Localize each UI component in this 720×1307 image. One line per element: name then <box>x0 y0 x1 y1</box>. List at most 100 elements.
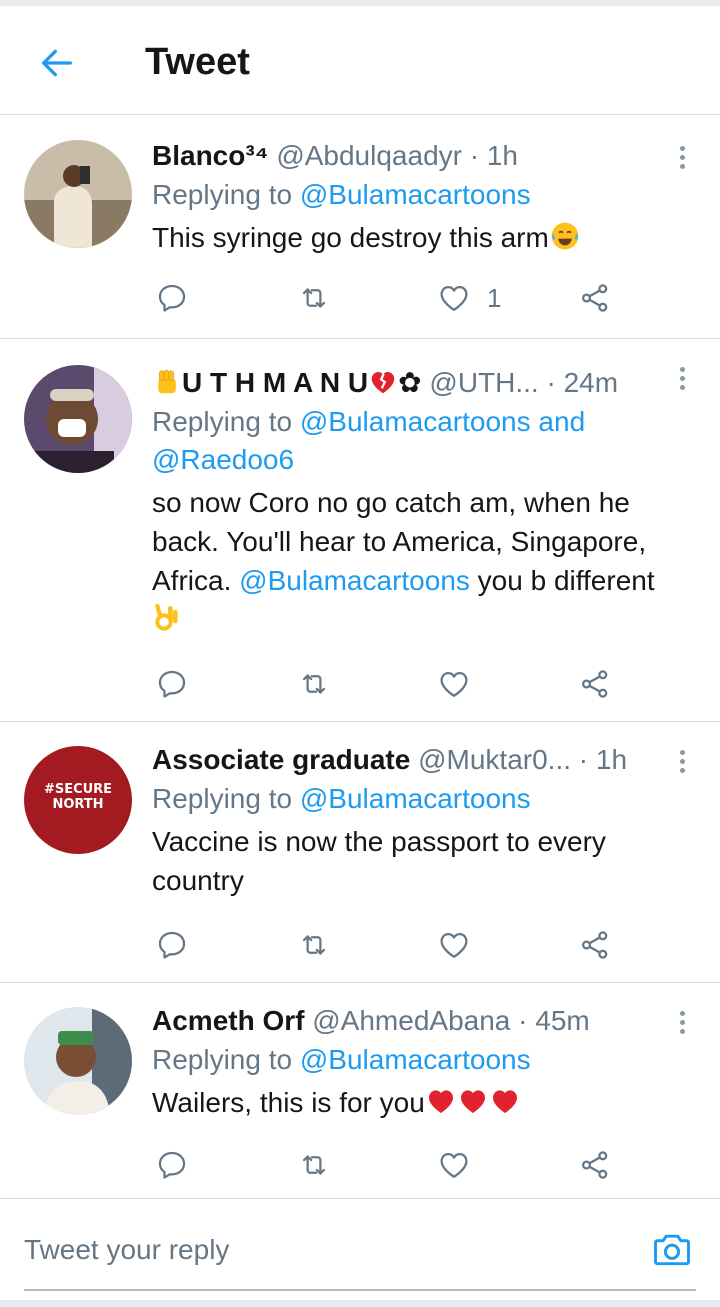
user-name[interactable]: Blanco³⁴ <box>152 140 269 171</box>
raised-fist-emoji <box>152 367 182 397</box>
retweet-icon <box>297 281 331 315</box>
tweet-time: 1h <box>486 140 519 171</box>
replying-to-prefix: Replying to <box>152 179 300 210</box>
user-handle[interactable]: @Muktar0... <box>418 744 571 775</box>
replying-to-link-2[interactable]: @Raedoo6 <box>152 444 294 475</box>
replying-to: Replying to @Bulamacartoons <box>152 780 668 818</box>
user-handle[interactable]: @UTH... <box>429 367 538 398</box>
tweet-meta: Acmeth Orf @AhmedAbana · 45m <box>152 1001 668 1041</box>
user-name-suffix: ✿ <box>398 367 422 398</box>
red-heart-emoji <box>425 1085 457 1117</box>
tweet-text: Wailers, this is for you <box>152 1083 668 1122</box>
tweet-actions <box>0 925 720 965</box>
meta-separator: · <box>538 367 564 398</box>
reply-icon <box>155 928 189 962</box>
heart-icon <box>437 928 471 962</box>
replying-to-prefix: Replying to <box>152 1044 300 1075</box>
avatar-photo-icon <box>24 365 132 473</box>
avatar-text-line2: NORTH <box>52 797 104 812</box>
tweet-time: 1h <box>595 744 628 775</box>
camera-icon <box>654 1234 690 1266</box>
top-app-bar: Tweet <box>0 6 720 115</box>
reply-button[interactable] <box>155 278 189 318</box>
replying-to: Replying to @Bulamacartoons and @Raedoo6 <box>152 403 668 479</box>
meta-separator: · <box>510 1005 536 1036</box>
red-heart-emoji <box>489 1085 521 1117</box>
meta-separator: · <box>571 744 596 775</box>
arrow-left-icon <box>42 49 73 77</box>
tweet[interactable]: Blanco³⁴ @Abdulqaadyr · 1h Replying to @… <box>0 118 720 339</box>
retweet-icon <box>297 928 331 962</box>
reply-composer: Tweet your reply <box>0 1198 720 1299</box>
back-button[interactable] <box>28 38 86 88</box>
share-button[interactable] <box>578 664 612 704</box>
tweet-actions: 1 <box>0 278 720 318</box>
avatar[interactable] <box>24 1007 132 1115</box>
reply-icon <box>155 281 189 315</box>
tweet-meta: Associate graduate @Muktar0... · 1h <box>152 740 668 780</box>
tweet-text-part2: you b different <box>469 565 655 596</box>
ok-hand-emoji <box>152 602 184 634</box>
retweet-button[interactable] <box>297 1145 331 1185</box>
replying-to-link[interactable]: @Bulamacartoons <box>300 179 531 210</box>
share-button[interactable] <box>578 1145 612 1185</box>
tweet-actions <box>0 664 720 704</box>
like-button[interactable] <box>437 1145 471 1185</box>
replying-to-prefix: Replying to <box>152 406 300 437</box>
navigation-bar-strip <box>0 1300 720 1307</box>
tweet-mention-link[interactable]: @Bulamacartoons <box>239 565 470 596</box>
reply-input[interactable]: Tweet your reply <box>24 1229 624 1271</box>
share-icon <box>578 281 612 315</box>
retweet-button[interactable] <box>297 278 331 318</box>
avatar[interactable] <box>24 365 132 473</box>
meta-separator: · <box>461 140 487 171</box>
more-options-button[interactable] <box>672 746 692 776</box>
replying-to-link[interactable]: @Bulamacartoons <box>300 1044 531 1075</box>
reply-button[interactable] <box>155 664 189 704</box>
tweet-text-body: This syringe go destroy this arm <box>152 222 549 253</box>
user-name[interactable]: U T H M A N U <box>182 367 368 398</box>
user-name[interactable]: Associate graduate <box>152 744 410 775</box>
more-options-button[interactable] <box>672 142 692 172</box>
reply-button[interactable] <box>155 925 189 965</box>
user-name[interactable]: Acmeth Orf <box>152 1005 304 1036</box>
tweet-meta: Blanco³⁴ @Abdulqaadyr · 1h <box>152 136 668 176</box>
retweet-button[interactable] <box>297 664 331 704</box>
more-options-button[interactable] <box>672 363 692 393</box>
tweet[interactable]: U T H M A N U ✿ @UTH... · 24m Replying to… <box>0 339 720 722</box>
heart-icon <box>437 667 471 701</box>
avatar[interactable]: #SECURE NORTH <box>24 746 132 854</box>
replying-to-prefix: Replying to <box>152 783 300 814</box>
more-options-button[interactable] <box>672 1007 692 1037</box>
like-count: 1 <box>487 282 502 313</box>
camera-button[interactable] <box>650 1227 694 1271</box>
replying-to-link[interactable]: @Bulamacartoons <box>300 783 531 814</box>
like-button[interactable] <box>437 664 471 704</box>
replying-to-and: and <box>530 406 586 437</box>
avatar-photo-icon <box>24 140 132 248</box>
like-button[interactable]: 1 <box>437 278 501 318</box>
reply-button[interactable] <box>155 1145 189 1185</box>
like-button[interactable] <box>437 925 471 965</box>
tweet-text: so now Coro no go catch am, when he back… <box>152 483 668 639</box>
avatar[interactable] <box>24 140 132 248</box>
share-icon <box>578 928 612 962</box>
avatar-text-line1: #SECURE <box>43 782 113 797</box>
tweet-meta: U T H M A N U ✿ @UTH... · 24m <box>152 363 668 403</box>
tweet[interactable]: Acmeth Orf @AhmedAbana · 45m Replying to… <box>0 983 720 1199</box>
share-button[interactable] <box>578 278 612 318</box>
tweet-actions <box>0 1145 720 1185</box>
user-handle[interactable]: @Abdulqaadyr <box>276 140 462 171</box>
avatar-photo-icon <box>24 1007 132 1115</box>
retweet-button[interactable] <box>297 925 331 965</box>
share-icon <box>578 667 612 701</box>
share-button[interactable] <box>578 925 612 965</box>
tweet[interactable]: #SECURE NORTH Associate graduate @Muktar… <box>0 722 720 983</box>
user-handle[interactable]: @AhmedAbana <box>312 1005 510 1036</box>
reply-icon <box>155 667 189 701</box>
tweet-text-body: Wailers, this is for you <box>152 1087 425 1118</box>
replying-to-link[interactable]: @Bulamacartoons <box>300 406 531 437</box>
replying-to: Replying to @Bulamacartoons <box>152 1041 668 1079</box>
replies-list: Blanco³⁴ @Abdulqaadyr · 1h Replying to @… <box>0 118 720 1199</box>
reply-input-underline <box>24 1289 696 1291</box>
